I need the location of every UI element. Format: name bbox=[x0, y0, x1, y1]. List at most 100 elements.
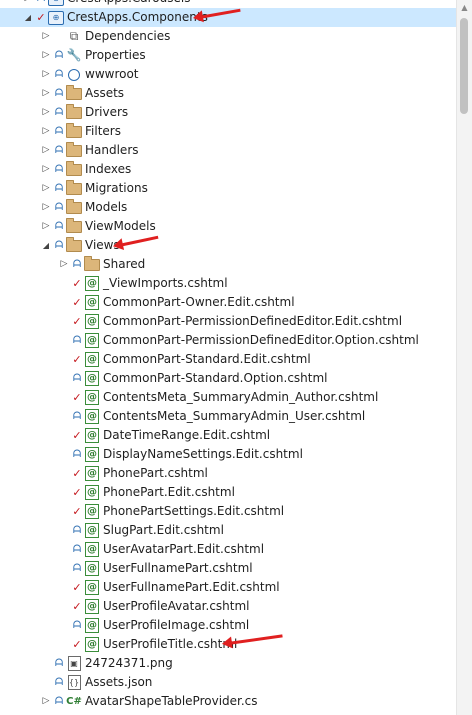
tree-row[interactable]: ᗩ{} Assets.json bbox=[0, 673, 457, 692]
expander-collapsed-icon[interactable]: ▷ bbox=[40, 84, 52, 103]
pending-edit-check-icon: ✓ bbox=[72, 296, 82, 309]
expander-collapsed-icon[interactable]: ▷ bbox=[40, 692, 52, 711]
tree-row[interactable]: ▷ ᗩ wwwroot bbox=[0, 65, 457, 84]
folder-shape bbox=[66, 104, 82, 119]
lock-icon: ᗩ bbox=[34, 0, 48, 8]
expander-collapsed-icon[interactable]: ▷ bbox=[40, 711, 52, 715]
folder-shape bbox=[66, 142, 82, 157]
tree-row[interactable]: ✓ @ ContentsMeta_SummaryAdmin_Author.cshtm… bbox=[0, 388, 457, 407]
pending-edit-check-icon: ✓ bbox=[72, 467, 82, 480]
pending-edit-check-icon: ✓ bbox=[72, 581, 82, 594]
vertical-scrollbar[interactable]: ▲ bbox=[456, 0, 472, 715]
tree-row[interactable]: ᗩ @ ContentsMeta_SummaryAdmin_User.cshtml bbox=[0, 407, 457, 426]
lock-icon: ᗩ bbox=[54, 221, 64, 232]
tree-row[interactable]: ▷ ⧉ Dependencies bbox=[0, 27, 457, 46]
cshtml-icon: @ bbox=[84, 483, 100, 502]
lock-icon: ᗩ bbox=[54, 183, 64, 194]
tree-item-label: Dependencies bbox=[85, 29, 171, 43]
tree-row[interactable]: ▷ ᗩ Assets bbox=[0, 84, 457, 103]
scroll-up-icon[interactable]: ▲ bbox=[457, 0, 472, 15]
tree-row[interactable]: ✓ @ CommonPart-Standard.Edit.cshtml bbox=[0, 350, 457, 369]
tree-row[interactable]: ✓ @ CommonPart-Owner.Edit.cshtml bbox=[0, 293, 457, 312]
tree-row[interactable]: ᗩ @ UserFullnamePart.cshtml bbox=[0, 559, 457, 578]
tree-row[interactable]: ✓ @ _ViewImports.cshtml bbox=[0, 274, 457, 293]
tree-row[interactable]: ▷ ᗩ Shared bbox=[0, 255, 457, 274]
tree-row[interactable]: ▷ ᗩ Drivers bbox=[0, 103, 457, 122]
tree-row[interactable]: ᗩ @ SlugPart.Edit.cshtml bbox=[0, 521, 457, 540]
expander-collapsed-icon[interactable]: ▷ bbox=[40, 103, 52, 122]
folder-icon bbox=[66, 84, 82, 103]
expander-collapsed-icon[interactable]: ▷ bbox=[22, 0, 34, 8]
tree-item-label: PhonePart.cshtml bbox=[103, 466, 208, 480]
expander-expanded-icon[interactable]: ◢ bbox=[22, 8, 34, 27]
tree-row[interactable]: ▷ ᗩ Handlers bbox=[0, 141, 457, 160]
expander-collapsed-icon[interactable]: ▷ bbox=[40, 122, 52, 141]
folder-icon bbox=[66, 160, 82, 179]
cshtml-icon: @ bbox=[84, 293, 100, 312]
tree-row[interactable]: ᗩ @ CommonPart-Standard.Option.cshtml bbox=[0, 369, 457, 388]
tree-row[interactable]: ✓ @ UserProfileAvatar.cshtml bbox=[0, 597, 457, 616]
tree-row[interactable]: ✓ @ PhonePartSettings.Edit.cshtml bbox=[0, 502, 457, 521]
tree-row[interactable]: ▷ ᗩ Filters bbox=[0, 122, 457, 141]
lock-icon: ᗩ bbox=[54, 107, 64, 118]
expander-collapsed-icon[interactable]: ▷ bbox=[40, 141, 52, 160]
razor-file-glyph: @ bbox=[85, 314, 99, 329]
csharp-project-icon: ⊕ bbox=[48, 8, 64, 27]
tree-row[interactable]: ▷ bbox=[0, 711, 457, 715]
tree-row[interactable]: ᗩ @ UserProfileImage.cshtml bbox=[0, 616, 457, 635]
lock-icon: ᗩ bbox=[72, 563, 82, 574]
tree-row[interactable]: ▷ ᗩ Migrations bbox=[0, 179, 457, 198]
lock-icon: ᗩ bbox=[54, 126, 64, 137]
folder-shape bbox=[66, 180, 82, 195]
cshtml-icon: @ bbox=[84, 540, 100, 559]
tree-item-label: DateTimeRange.Edit.cshtml bbox=[103, 428, 271, 442]
pending-edit-check-icon: ✓ bbox=[72, 600, 82, 613]
tree-item-label: PhonePartSettings.Edit.cshtml bbox=[103, 504, 285, 518]
expander-collapsed-icon[interactable]: ▷ bbox=[40, 179, 52, 198]
scrollbar-thumb[interactable] bbox=[460, 18, 468, 114]
tree-item-label: UserProfileImage.cshtml bbox=[103, 618, 250, 632]
expander-collapsed-icon[interactable]: ▷ bbox=[40, 198, 52, 217]
tree-item-label: Shared bbox=[103, 257, 146, 271]
tree-row[interactable]: ✓ @ PhonePart.Edit.cshtml bbox=[0, 483, 457, 502]
tree-row[interactable]: ✓ @ CommonPart-PermissionDefinedEditor.Edi… bbox=[0, 312, 457, 331]
razor-file-glyph: @ bbox=[85, 390, 99, 405]
tree-row[interactable]: ✓ @ DateTimeRange.Edit.cshtml bbox=[0, 426, 457, 445]
expander-collapsed-icon[interactable]: ▷ bbox=[40, 27, 52, 46]
expander-collapsed-icon[interactable]: ▷ bbox=[40, 217, 52, 236]
razor-file-glyph: @ bbox=[85, 637, 99, 652]
tree-row[interactable]: ▷ᗩ⊕CrestApps.Carousels bbox=[0, 0, 457, 8]
lock-icon: ᗩ bbox=[72, 411, 82, 422]
expander-collapsed-icon[interactable]: ▷ bbox=[40, 160, 52, 179]
tree-row[interactable]: ▷ ᗩ C# AvatarShapeTableProvider.cs bbox=[0, 692, 457, 711]
tree-row[interactable]: ▷ ᗩ ViewModels bbox=[0, 217, 457, 236]
tree-item-label: 24724371.png bbox=[85, 656, 173, 670]
tree-row[interactable]: ▷ ᗩ Indexes bbox=[0, 160, 457, 179]
tree-item-label: AvatarShapeTableProvider.cs bbox=[85, 694, 258, 708]
razor-file-glyph: @ bbox=[85, 447, 99, 462]
tree-row[interactable]: ▷ ᗩ Models bbox=[0, 198, 457, 217]
tree-item-label: UserProfileAvatar.cshtml bbox=[103, 599, 250, 613]
tree-item-label: CommonPart-Standard.Option.cshtml bbox=[103, 371, 328, 385]
razor-file-glyph: @ bbox=[85, 618, 99, 633]
expander-collapsed-icon[interactable]: ▷ bbox=[40, 65, 52, 84]
tree-row[interactable]: ▷ ᗩ 🔧 Properties bbox=[0, 46, 457, 65]
folder-icon bbox=[84, 255, 100, 274]
tree-row[interactable]: ᗩ @ CommonPart-PermissionDefinedEditor.Opt… bbox=[0, 331, 457, 350]
tree-row[interactable]: ᗩ ▣ 24724371.png bbox=[0, 654, 457, 673]
expander-collapsed-icon[interactable]: ▷ bbox=[58, 255, 70, 274]
tree-row[interactable]: ◢ ᗩ Views bbox=[0, 236, 457, 255]
wrench-glyph: 🔧 bbox=[66, 48, 82, 62]
expander-collapsed-icon[interactable]: ▷ bbox=[40, 46, 52, 65]
razor-file-glyph: @ bbox=[85, 523, 99, 538]
tree-item-label: Migrations bbox=[85, 181, 148, 195]
razor-file-glyph: @ bbox=[85, 504, 99, 519]
tree-row[interactable]: ✓ @ UserFullnamePart.Edit.cshtml bbox=[0, 578, 457, 597]
tree-row[interactable]: ᗩ @ UserAvatarPart.Edit.cshtml bbox=[0, 540, 457, 559]
pending-edit-check-icon: ✓ bbox=[72, 353, 82, 366]
expander-expanded-icon[interactable]: ◢ bbox=[40, 236, 52, 255]
tree-row[interactable]: ✓ @ PhonePart.cshtml bbox=[0, 464, 457, 483]
pending-edit-check-icon: ✓ bbox=[72, 505, 82, 518]
tree-row[interactable]: ᗩ @ DisplayNameSettings.Edit.cshtml bbox=[0, 445, 457, 464]
tree-item-label: Assets.json bbox=[85, 675, 153, 689]
